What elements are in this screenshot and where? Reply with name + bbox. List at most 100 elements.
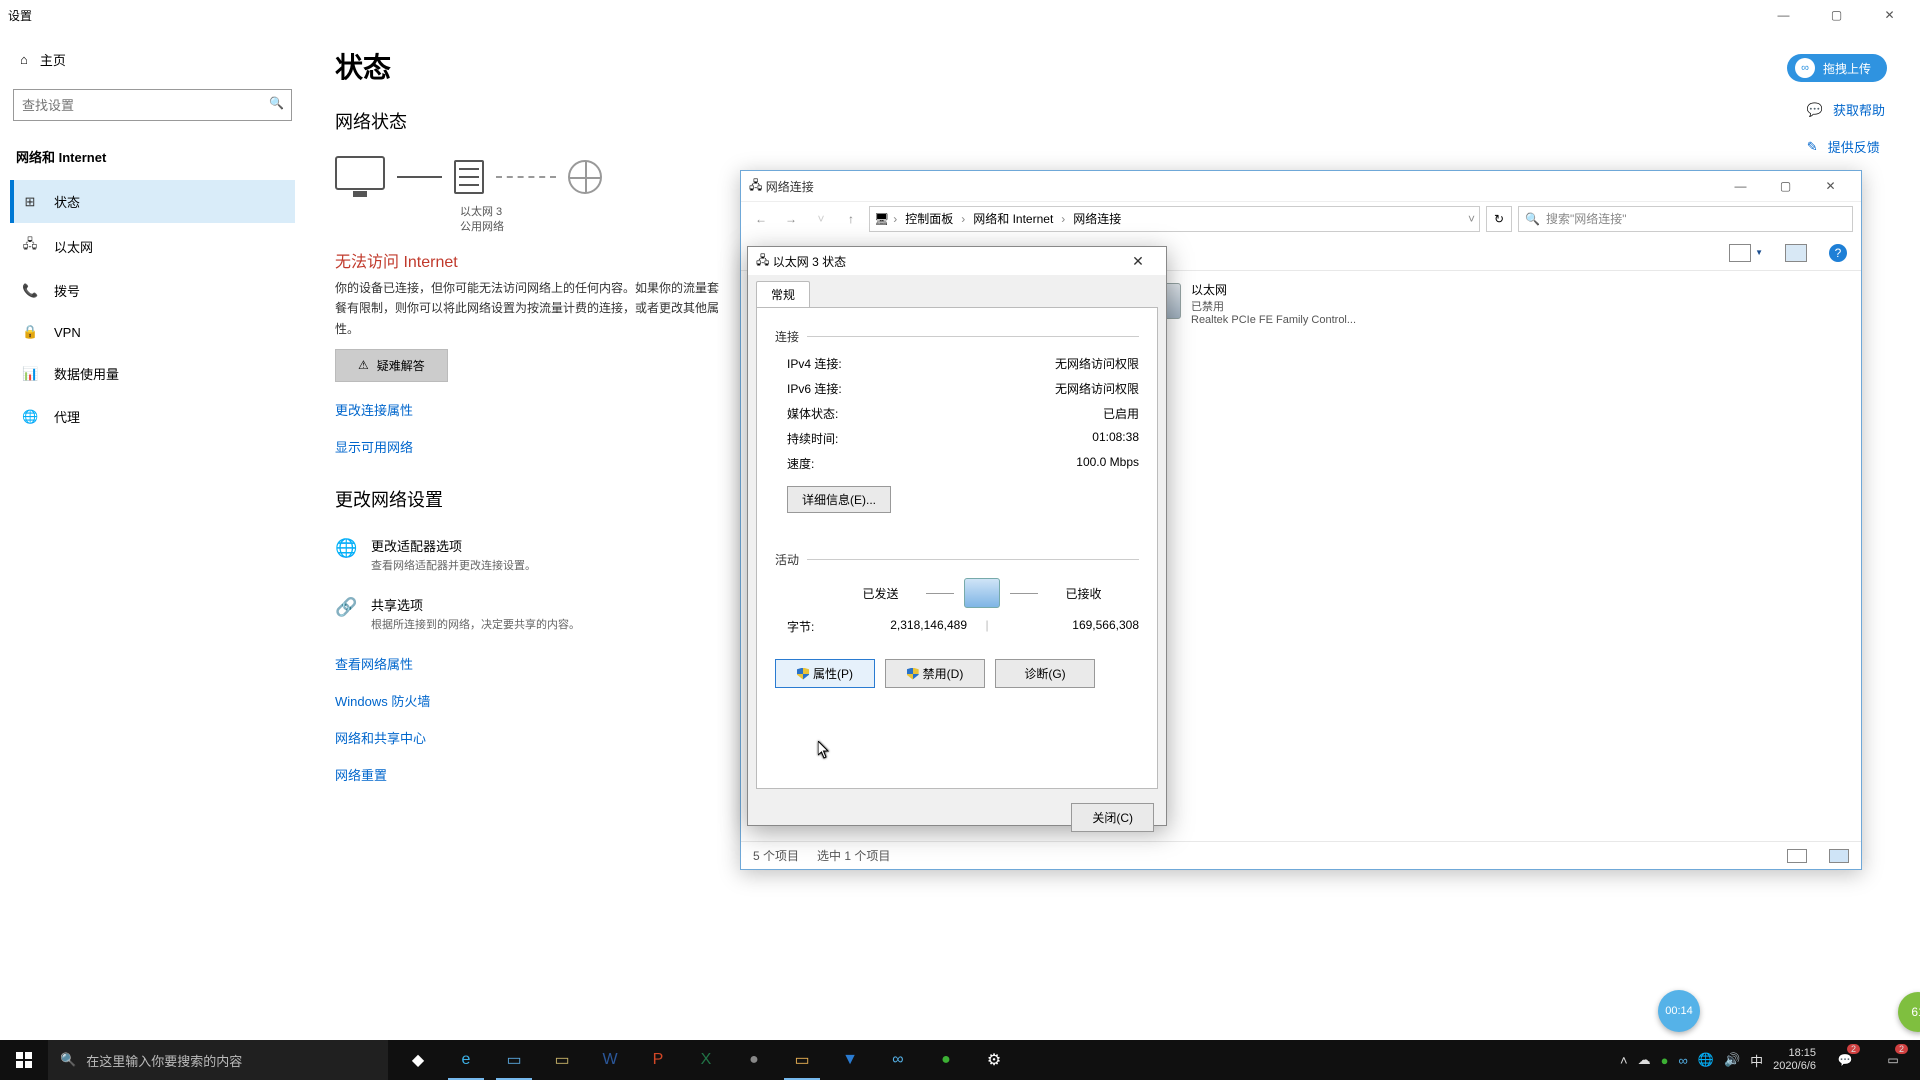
- details-button[interactable]: 详细信息(E)...: [787, 486, 891, 513]
- close-button[interactable]: 关闭(C): [1071, 803, 1154, 832]
- preview-pane-toggle[interactable]: [1785, 244, 1807, 262]
- taskbar-search[interactable]: 🔍 在这里输入你要搜索的内容: [48, 1040, 388, 1080]
- start-button[interactable]: [0, 1040, 48, 1080]
- computer-icon: [964, 578, 1000, 608]
- sharing-options-sub: 根据所连接到的网络，决定要共享的内容。: [371, 616, 580, 632]
- explorer-titlebar[interactable]: 🖧 网络连接 — ▢ ✕: [741, 171, 1861, 201]
- task-word[interactable]: W: [586, 1040, 634, 1080]
- tray-network-icon[interactable]: 🌐: [1698, 1052, 1714, 1068]
- crumb-control-panel[interactable]: 控制面板: [901, 210, 957, 227]
- properties-label: 属性(P): [813, 665, 853, 682]
- explorer-search[interactable]: 🔍 搜索"网络连接": [1518, 206, 1853, 232]
- task-app-1[interactable]: ◆: [394, 1040, 442, 1080]
- explorer-statusbar: 5 个项目 选中 1 个项目: [741, 841, 1861, 869]
- search-icon: 🔍: [269, 96, 284, 110]
- data-usage-icon: 📊: [22, 366, 38, 382]
- disable-label: 禁用(D): [923, 665, 964, 682]
- dialog-titlebar[interactable]: 🖧 以太网 3 状态 ✕: [748, 247, 1166, 275]
- help-button[interactable]: ?: [1829, 244, 1847, 262]
- nav-proxy[interactable]: 🌐代理: [10, 395, 295, 438]
- adapter-item[interactable]: 以太网 已禁用 Realtek PCIe FE Family Control..…: [1145, 281, 1385, 326]
- tab-general[interactable]: 常规: [756, 281, 810, 307]
- taskbar-apps: ◆ e ▭ ▭ W P X ● ▭ ▼ ∞ ● ⚙: [394, 1040, 1018, 1080]
- details-view-button[interactable]: [1787, 849, 1807, 863]
- crumb-network-connections[interactable]: 网络连接: [1069, 210, 1125, 227]
- close-button[interactable]: ✕: [1867, 0, 1912, 30]
- upload-pill[interactable]: ∞ 拖拽上传: [1787, 54, 1887, 82]
- dialog-close-button[interactable]: ✕: [1118, 253, 1158, 270]
- nav-status[interactable]: ⊞状态: [10, 180, 295, 223]
- action-center-button[interactable]: ▭2: [1874, 1040, 1912, 1080]
- troubleshoot-button[interactable]: ⚠ 疑难解答: [335, 349, 448, 382]
- disable-button[interactable]: 禁用(D): [885, 659, 985, 688]
- nav-data-usage[interactable]: 📊数据使用量: [10, 352, 295, 395]
- back-button[interactable]: ←: [749, 212, 773, 226]
- kv-key: 速度:: [787, 455, 814, 472]
- settings-search-input[interactable]: [13, 89, 292, 121]
- tray-onedrive-icon[interactable]: ☁: [1638, 1052, 1651, 1068]
- explorer-close-button[interactable]: ✕: [1808, 172, 1853, 200]
- explorer-title: 网络连接: [766, 178, 1718, 195]
- task-app-4[interactable]: ∞: [874, 1040, 922, 1080]
- nav-vpn[interactable]: 🔒VPN: [10, 312, 295, 352]
- nav-ethernet[interactable]: 🖧以太网: [10, 223, 295, 269]
- ethernet-icon: 🖧: [756, 251, 769, 272]
- nav-dialup[interactable]: 📞拨号: [10, 269, 295, 312]
- window-controls: — ▢ ✕: [1761, 0, 1912, 30]
- explorer-minimize-button[interactable]: —: [1718, 172, 1763, 200]
- properties-button[interactable]: 属性(P): [775, 659, 875, 688]
- crumb-network-internet[interactable]: 网络和 Internet: [969, 210, 1057, 227]
- task-gear[interactable]: ⚙: [970, 1040, 1018, 1080]
- task-settings[interactable]: ▭: [490, 1040, 538, 1080]
- task-excel[interactable]: X: [682, 1040, 730, 1080]
- connection-group-label: 连接: [775, 328, 799, 345]
- address-dropdown[interactable]: ˅: [1468, 212, 1475, 226]
- task-wechat[interactable]: ●: [922, 1040, 970, 1080]
- refresh-button[interactable]: ↻: [1486, 206, 1512, 232]
- bytes-row: 字节: 2,318,146,489 | 169,566,308: [775, 618, 1139, 635]
- shield-icon: [907, 668, 919, 680]
- tray-app-icon[interactable]: ∞: [1679, 1053, 1688, 1068]
- recording-timer[interactable]: 00:14: [1658, 990, 1700, 1032]
- received-label: 已接收: [1065, 585, 1101, 602]
- explorer-address-bar: ← → ˅ ↑ 🖥 › 控制面板 › 网络和 Internet › 网络连接 ˅…: [741, 201, 1861, 235]
- explorer-maximize-button[interactable]: ▢: [1763, 172, 1808, 200]
- task-explorer[interactable]: ▭: [778, 1040, 826, 1080]
- tray-volume-icon[interactable]: 🔊: [1724, 1052, 1740, 1068]
- give-feedback-label: 提供反馈: [1828, 137, 1880, 156]
- connection-group-header: 连接: [775, 328, 1139, 345]
- icons-view-button[interactable]: [1829, 849, 1849, 863]
- globe-icon: [568, 160, 602, 194]
- task-app-2[interactable]: ●: [730, 1040, 778, 1080]
- recent-dropdown[interactable]: ˅: [809, 212, 833, 226]
- pc-icon: [335, 156, 385, 197]
- clock[interactable]: 18:15 2020/6/6: [1773, 1047, 1816, 1073]
- tray-wechat-icon[interactable]: ●: [1661, 1053, 1669, 1068]
- view-menu[interactable]: ▼: [1729, 244, 1763, 262]
- home-nav[interactable]: ⌂ 主页: [10, 38, 295, 81]
- dialog-footer: 关闭(C): [748, 797, 1166, 840]
- dialog-body: 连接 IPv4 连接:无网络访问权限 IPv6 连接:无网络访问权限 媒体状态:…: [756, 307, 1158, 789]
- search-icon: 🔍: [1525, 212, 1540, 226]
- get-help-link[interactable]: 💬获取帮助: [1807, 100, 1885, 119]
- diagnose-button[interactable]: 诊断(G): [995, 659, 1095, 688]
- breadcrumb-bar[interactable]: 🖥 › 控制面板 › 网络和 Internet › 网络连接 ˅: [869, 206, 1480, 232]
- task-app-3[interactable]: ▼: [826, 1040, 874, 1080]
- ime-indicator[interactable]: 中: [1750, 1051, 1763, 1070]
- task-notepad[interactable]: ▭: [538, 1040, 586, 1080]
- kv-value: 无网络访问权限: [1055, 380, 1139, 397]
- forward-button[interactable]: →: [779, 212, 803, 226]
- maximize-button[interactable]: ▢: [1814, 0, 1859, 30]
- status-icon: ⊞: [22, 194, 38, 210]
- give-feedback-link[interactable]: ✎提供反馈: [1807, 137, 1885, 156]
- warning-icon: ⚠: [358, 358, 369, 372]
- kv-duration: 持续时间:01:08:38: [775, 426, 1139, 451]
- tray-up-chevron[interactable]: ˄: [1620, 1053, 1628, 1068]
- settings-search[interactable]: 🔍: [13, 89, 292, 121]
- minimize-button[interactable]: —: [1761, 0, 1806, 30]
- notifications-button[interactable]: 💬2: [1826, 1040, 1864, 1080]
- up-button[interactable]: ↑: [839, 212, 863, 226]
- task-edge[interactable]: e: [442, 1040, 490, 1080]
- adapter-options-sub: 查看网络适配器并更改连接设置。: [371, 557, 536, 573]
- task-powerpoint[interactable]: P: [634, 1040, 682, 1080]
